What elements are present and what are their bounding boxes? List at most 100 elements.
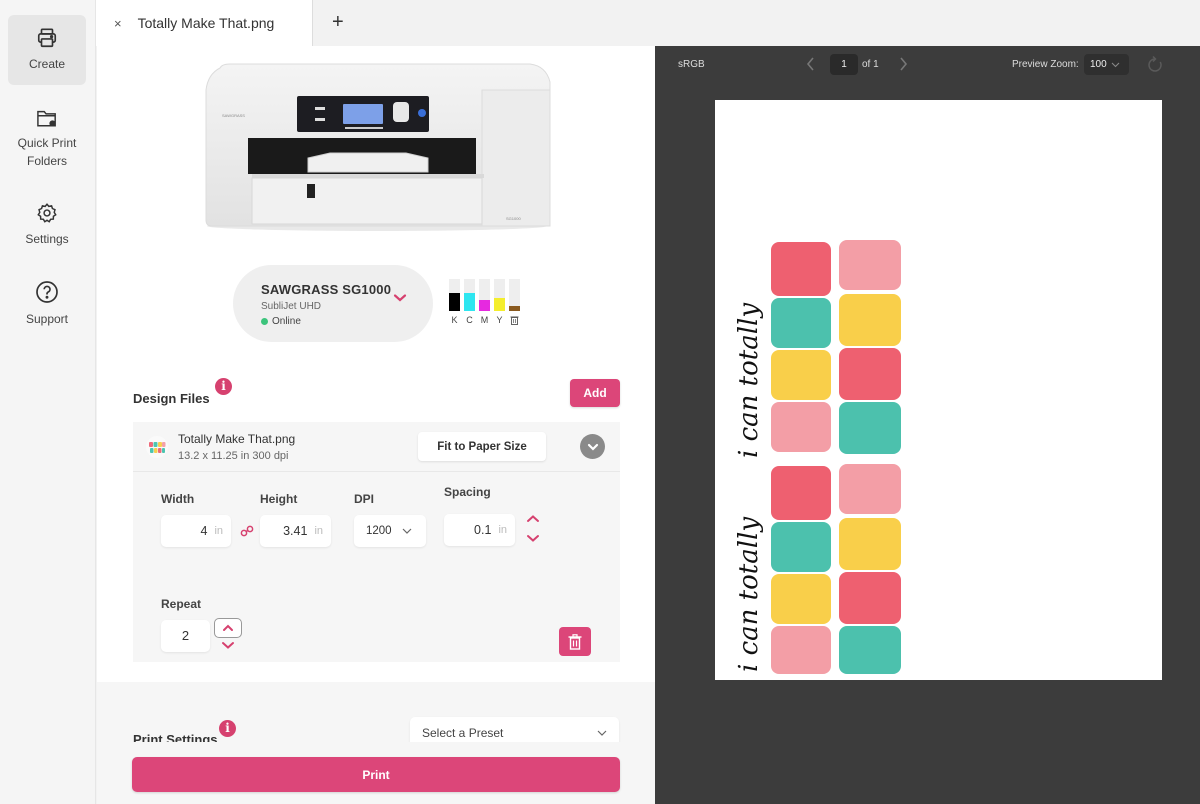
print-panel: SAWGRASS SG1000 SAWGRASS SG1000 SubliJet…: [97, 46, 655, 804]
chevron-down-icon: [402, 528, 412, 534]
dpi-select[interactable]: 1200: [354, 515, 426, 547]
width-value: 4: [200, 524, 208, 538]
ink-level-y: Y: [494, 279, 505, 325]
ink-label: K: [451, 315, 458, 325]
dpi-value: 1200: [366, 525, 392, 537]
trash-icon: [568, 633, 582, 650]
design-copy-2: i can totally: [734, 464, 901, 674]
width-unit: in: [214, 525, 223, 537]
add-file-button[interactable]: Add: [570, 379, 620, 407]
file-name: Totally Make That.png: [178, 432, 296, 446]
ink-level-c: C: [464, 279, 475, 325]
design-copy-1: i can totally: [734, 240, 901, 458]
preview-zoom-select[interactable]: 100: [1084, 54, 1129, 75]
add-tab-button[interactable]: +: [332, 11, 344, 33]
preset-placeholder: Select a Preset: [422, 726, 504, 740]
ink-label: C: [466, 315, 473, 325]
folder-settings-icon: [37, 110, 56, 127]
ink-level-m: M: [479, 279, 490, 325]
sidebar-item-create[interactable]: Create: [8, 15, 86, 85]
that-letters: [839, 240, 901, 454]
of-label: of: [862, 59, 871, 70]
width-label: Width: [161, 492, 195, 506]
sidebar-item-quick-print-folders[interactable]: Quick Print Folders: [8, 100, 86, 172]
sidebar-item-settings[interactable]: Settings: [8, 196, 86, 252]
repeat-input[interactable]: 2: [161, 620, 210, 652]
chevron-down-icon: [587, 443, 598, 451]
collapse-file-button[interactable]: [580, 434, 605, 459]
tab-title: Totally Make That.png: [137, 15, 275, 31]
height-label: Height: [260, 492, 298, 506]
delete-file-button[interactable]: [559, 627, 591, 656]
design-files-title: Design Files: [133, 391, 210, 406]
tab-totally-make-that[interactable]: × Totally Make That.png: [96, 0, 313, 46]
svg-text:SAWGRASS: SAWGRASS: [222, 113, 245, 118]
tab-bar: × Totally Make That.png +: [96, 0, 1200, 46]
spacing-unit: in: [498, 524, 507, 536]
info-icon[interactable]: i: [215, 378, 232, 395]
repeat-increment-button[interactable]: [214, 618, 242, 638]
preview-toolbar: sRGB 1 of 1 Preview Zoom: 100: [655, 46, 1200, 84]
width-input[interactable]: 4 in: [161, 515, 231, 547]
sidebar-item-support[interactable]: Support: [8, 274, 86, 330]
chevron-up-icon: [223, 624, 233, 631]
chevron-down-icon[interactable]: [393, 293, 407, 303]
height-input[interactable]: 3.41 in: [260, 515, 331, 547]
print-button[interactable]: Print: [132, 757, 620, 792]
printer-icon: [37, 28, 57, 48]
close-icon[interactable]: ×: [114, 16, 122, 31]
spacing-value: 0.1: [474, 523, 492, 537]
ink-levels: K C M Y: [449, 279, 520, 325]
printer-ink-type: SubliJet UHD: [261, 301, 322, 312]
file-thumbnail: [146, 436, 168, 458]
chevron-down-icon: [1111, 62, 1120, 67]
help-circle-icon: [36, 281, 58, 303]
file-meta: 13.2 x 11.25 in 300 dpi: [178, 450, 289, 462]
spacing-decrement-icon[interactable]: [526, 533, 540, 543]
printer-status-label: Online: [272, 316, 301, 327]
repeat-decrement-icon[interactable]: [221, 641, 235, 650]
color-space-label: sRGB: [678, 59, 705, 70]
ink-fill: [479, 299, 490, 311]
sidebar: Create Quick Print Folders Settings Supp…: [0, 0, 96, 804]
ink-fill: [449, 293, 460, 311]
chevron-right-icon[interactable]: [898, 55, 908, 73]
ink-label: Y: [496, 315, 503, 325]
printer-image: SAWGRASS SG1000: [205, 63, 551, 231]
chevron-down-icon: [597, 730, 607, 736]
page-input[interactable]: 1: [830, 54, 858, 75]
sidebar-item-label: Support: [25, 312, 69, 326]
reset-icon[interactable]: [1147, 55, 1163, 73]
preview-zoom-label: Preview Zoom:: [1012, 59, 1079, 70]
design-preview-image: i can totally i can totally: [734, 240, 901, 674]
ink-bar: [449, 279, 460, 311]
file-header: Totally Make That.png 13.2 x 11.25 in 30…: [133, 422, 620, 472]
script-text: i can totally: [734, 517, 764, 672]
ink-fill: [494, 298, 505, 311]
printer-name: SAWGRASS SG1000: [261, 282, 392, 297]
total-pages: 1: [873, 59, 879, 70]
printer-selector[interactable]: SAWGRASS SG1000 SubliJet UHD Online: [233, 265, 433, 342]
ink-fill: [464, 293, 475, 311]
dpi-label: DPI: [354, 492, 375, 506]
chevron-left-icon[interactable]: [806, 55, 816, 73]
svg-text:SG1000: SG1000: [506, 216, 521, 221]
info-icon[interactable]: i: [219, 720, 236, 737]
fit-to-paper-button[interactable]: Fit to Paper Size: [418, 432, 546, 461]
make-letters: [771, 242, 831, 452]
spacing-label: Spacing: [444, 485, 491, 499]
trash-icon: [510, 316, 519, 325]
spacing-increment-icon[interactable]: [526, 514, 540, 524]
printer-status: Online: [261, 316, 301, 327]
script-text: i can totally: [734, 303, 764, 458]
ink-bar: [509, 279, 520, 311]
ink-level-waste: [509, 279, 520, 325]
sidebar-item-label: Settings: [25, 232, 69, 246]
ink-bar: [464, 279, 475, 311]
height-unit: in: [314, 525, 323, 537]
ink-level-k: K: [449, 279, 460, 325]
ink-label: M: [480, 315, 489, 325]
link-aspect-icon[interactable]: [240, 525, 254, 537]
zoom-value: 100: [1090, 59, 1107, 70]
spacing-input[interactable]: 0.1 in: [444, 514, 515, 546]
